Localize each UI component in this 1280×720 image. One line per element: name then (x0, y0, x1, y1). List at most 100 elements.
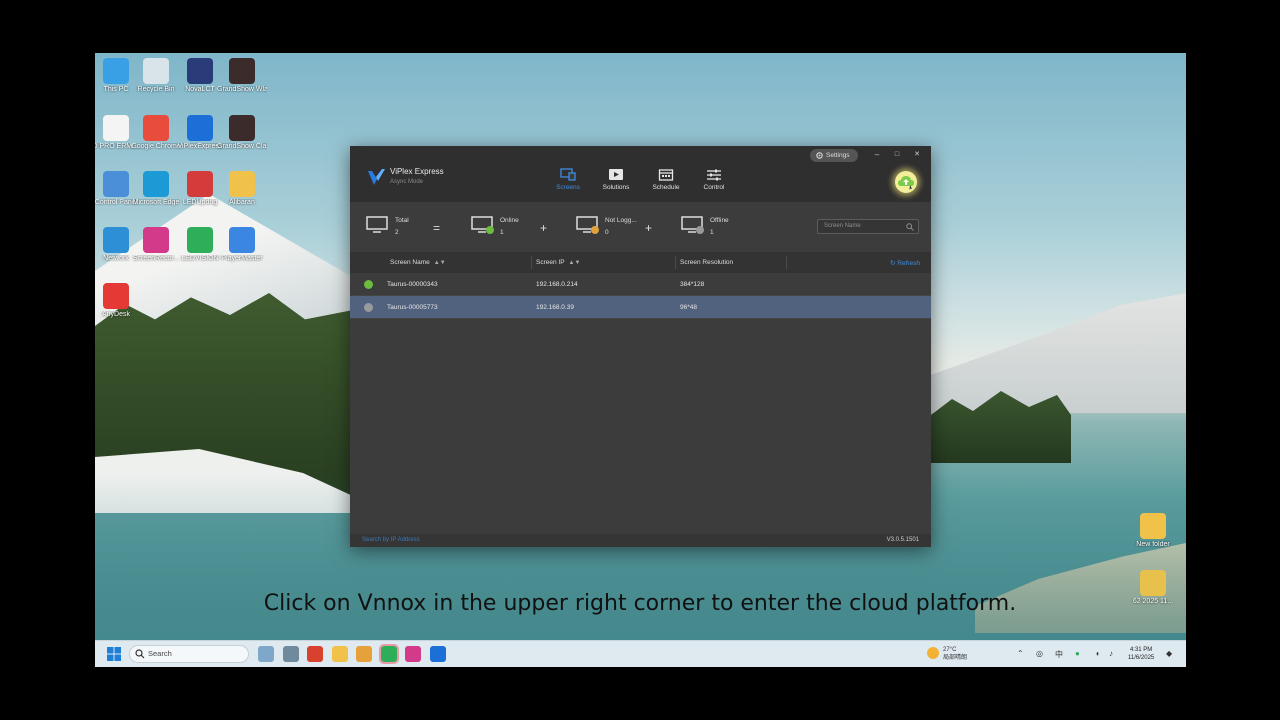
desktop-icon[interactable]: GrandShow Classic Ed... (217, 115, 267, 151)
viplex-express-window: ViPlex Express Async Mode Screens Soluti… (350, 146, 931, 547)
app-name: ViPlex Express (390, 167, 444, 176)
system-clock[interactable]: 4:31 PM 11/6/2025 (1128, 646, 1154, 662)
taskbar-search-input[interactable]: Search (129, 645, 249, 663)
windows-start-icon[interactable] (106, 646, 122, 662)
app-icon (229, 115, 255, 141)
video-caption: Click on Vnnox in the upper right corner… (263, 591, 1017, 616)
search-by-ip-link[interactable]: Search by IP Address (362, 537, 420, 543)
status-offline-icon (364, 303, 373, 312)
app-icon (103, 283, 129, 309)
desktop: This PCRecycle BinNovaLCTGrandShow Wlash… (95, 53, 1186, 667)
column-divider (531, 256, 532, 269)
table-row[interactable]: Taurus-00005773 192.168.0.39 96*48 (350, 296, 931, 319)
app-footer: Search by IP Address V3.0.5.1501 (350, 534, 931, 547)
archive-app-icon[interactable] (356, 646, 372, 662)
column-screen-name[interactable]: Screen Name ▲▼ (390, 259, 446, 266)
calculator-icon[interactable] (283, 646, 299, 662)
desktop-icon[interactable]: Recycle Bin (131, 58, 181, 94)
search-icon (135, 649, 145, 659)
maximize-button[interactable]: □ (891, 149, 903, 161)
app-icon (229, 58, 255, 84)
app-icon (187, 115, 213, 141)
screens-table-header: Screen Name ▲▼ Screen IP ▲▼ Screen Resolut… (350, 252, 931, 273)
wallpaper-mountain-right (925, 293, 1186, 413)
file-explorer-icon[interactable] (332, 646, 348, 662)
column-screen-resolution: Screen Resolution (680, 259, 734, 266)
desktop-icon-new-folder[interactable]: New folder (1128, 513, 1178, 549)
monitor-not-logged-icon (576, 216, 599, 234)
screens-icon (560, 168, 576, 181)
app-icon (103, 171, 129, 197)
app-mode: Async Mode (390, 179, 424, 185)
minimize-button[interactable]: – (871, 149, 883, 161)
taskbar: Search 27°C 局部晴朗 ⌃ ◎ 中 ● ◖ ♪ 4:31 PM 11/… (95, 640, 1186, 667)
monitor-offline-icon (681, 216, 704, 234)
status-online-icon (364, 280, 373, 289)
control-icon (707, 169, 721, 181)
screen-summary: Total 2 = Online 1 + Not Logg... 0 + Off… (350, 202, 931, 252)
tab-screens[interactable]: Screens (548, 168, 588, 191)
app-icon (143, 115, 169, 141)
desktop-icon[interactable]: Alibaran (217, 171, 267, 207)
plus-sign: + (645, 221, 653, 235)
version-label: V3.0.5.1501 (886, 537, 919, 543)
desktop-icon[interactable]: AnyDesk (95, 283, 141, 319)
wechat-tray-icon[interactable]: ● (1075, 649, 1080, 658)
desktop-icon[interactable]: GrandShow Wlash (217, 58, 267, 94)
column-divider (675, 256, 676, 269)
wechat-icon[interactable] (379, 644, 399, 664)
app-icon (229, 171, 255, 197)
vnnox-cloud-icon (898, 176, 914, 190)
app-icon (187, 58, 213, 84)
schedule-icon (658, 169, 674, 181)
app-icon (143, 171, 169, 197)
app-icon (187, 227, 213, 253)
tab-control[interactable]: Control (694, 168, 734, 191)
monitor-icon (366, 216, 388, 233)
desktop-icon[interactable]: ScreenRecor... (131, 227, 181, 263)
close-button[interactable]: ✕ (911, 149, 923, 161)
app-icon (143, 58, 169, 84)
app-titlebar: ViPlex Express Async Mode Screens Soluti… (350, 146, 931, 202)
app-icon (143, 227, 169, 253)
tab-solutions[interactable]: Solutions (596, 168, 636, 191)
desktop-icon[interactable]: Google Chrome (131, 115, 181, 151)
viplex-taskbar-icon[interactable] (430, 646, 446, 662)
weather-widget[interactable]: 27°C 局部晴朗 (927, 646, 967, 662)
speaker-icon[interactable]: ♪ (1109, 649, 1113, 658)
sort-icon: ▲▼ (433, 260, 446, 266)
volume-icon[interactable]: ◖ (1095, 649, 1100, 658)
vnnox-cloud-button[interactable] (895, 171, 917, 193)
refresh-button[interactable]: ↻ Refresh (890, 259, 920, 267)
desktop-icon[interactable]: PlayerMaster (217, 227, 267, 263)
viplex-logo-icon (368, 169, 385, 185)
weather-sun-icon (927, 647, 939, 659)
screen-recorder-icon[interactable] (405, 646, 421, 662)
solutions-icon (609, 169, 623, 180)
column-screen-ip[interactable]: Screen IP ▲▼ (536, 259, 580, 266)
task-view-icon[interactable] (258, 646, 274, 662)
settings-button[interactable]: Settings (810, 149, 858, 162)
network-status-icon[interactable]: ◎ (1036, 649, 1043, 658)
screen-name-search-input[interactable]: Screen Name (817, 219, 919, 234)
sort-icon: ▲▼ (568, 260, 581, 266)
gear-icon (816, 152, 823, 159)
app-icon (103, 115, 129, 141)
wps-office-icon[interactable] (307, 646, 323, 662)
notification-bell-icon[interactable]: ◆ (1166, 649, 1172, 658)
app-icon (229, 227, 255, 253)
folder-icon (1140, 513, 1166, 539)
chevron-up-icon[interactable]: ⌃ (1017, 649, 1024, 658)
plus-sign: + (540, 221, 548, 235)
app-icon (187, 171, 213, 197)
column-divider (786, 256, 787, 269)
search-icon (906, 223, 914, 231)
equals-sign: = (433, 221, 441, 235)
tab-schedule[interactable]: Schedule (646, 168, 686, 191)
app-icon (103, 58, 129, 84)
app-icon (103, 227, 129, 253)
table-row[interactable]: Taurus-00000343 192.168.0.214 384*128 (350, 273, 931, 296)
desktop-icon[interactable]: Microsoft Edge (131, 171, 181, 207)
monitor-online-icon (471, 216, 494, 234)
input-method-indicator[interactable]: 中 (1055, 649, 1063, 660)
